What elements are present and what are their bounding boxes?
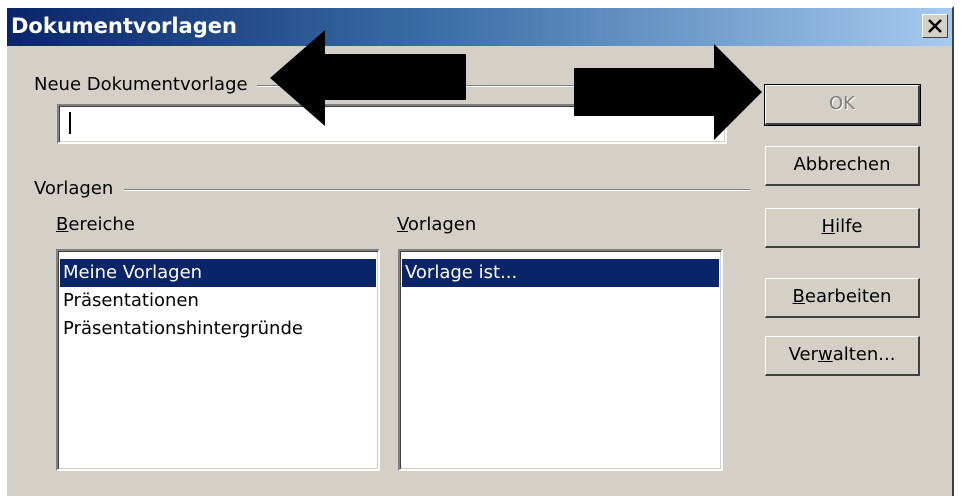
category-item-praesentationen[interactable]: Präsentationen: [60, 287, 376, 315]
close-icon: [928, 19, 942, 33]
title-bar[interactable]: Dokumentvorlagen: [7, 8, 952, 46]
edit-button-mnemonic: B: [792, 286, 805, 307]
right-arrow: [574, 44, 762, 140]
new-template-group-label: Neue Dokumentvorlage: [34, 74, 248, 95]
help-button-rest: ilfe: [835, 216, 863, 237]
templates-label: Vorlagen: [397, 214, 476, 236]
edit-button[interactable]: Bearbeiten: [765, 278, 920, 318]
templates-group-label: Vorlagen: [34, 178, 114, 199]
manage-button[interactable]: Verwalten...: [765, 336, 920, 376]
categories-label-rest: ereiche: [68, 214, 135, 235]
dokumentvorlagen-dialog: Dokumentvorlagen Neue Dokumentvorlage Vo…: [5, 6, 954, 496]
categories-listbox[interactable]: Meine Vorlagen Präsentationen Präsentati…: [56, 249, 380, 471]
help-button-mnemonic: H: [821, 216, 836, 237]
cancel-button[interactable]: Abbrechen: [765, 146, 920, 186]
manage-button-mnemonic: w: [817, 344, 833, 365]
templates-label-rest: orlagen: [407, 214, 477, 235]
ok-button[interactable]: OK: [764, 84, 921, 126]
manage-button-after: alten...: [832, 344, 896, 365]
categories-label-mnemonic: B: [56, 214, 69, 235]
template-item-vorlage-ist[interactable]: Vorlage ist...: [402, 259, 719, 287]
templates-label-mnemonic: V: [397, 214, 408, 235]
category-item-meine-vorlagen[interactable]: Meine Vorlagen: [60, 259, 376, 287]
dialog-title: Dokumentvorlagen: [11, 14, 237, 38]
close-button[interactable]: [922, 14, 948, 38]
text-caret: [69, 112, 71, 134]
category-item-praesentationshintergruende[interactable]: Präsentationshintergründe: [60, 315, 376, 343]
templates-group-line: [124, 189, 750, 191]
help-button[interactable]: Hilfe: [765, 208, 920, 248]
manage-button-before: Ver: [788, 344, 818, 365]
templates-listbox[interactable]: Vorlage ist...: [398, 249, 723, 471]
edit-button-rest: earbeiten: [804, 286, 892, 307]
categories-label: Bereiche: [56, 214, 135, 236]
left-arrow: [270, 30, 466, 126]
